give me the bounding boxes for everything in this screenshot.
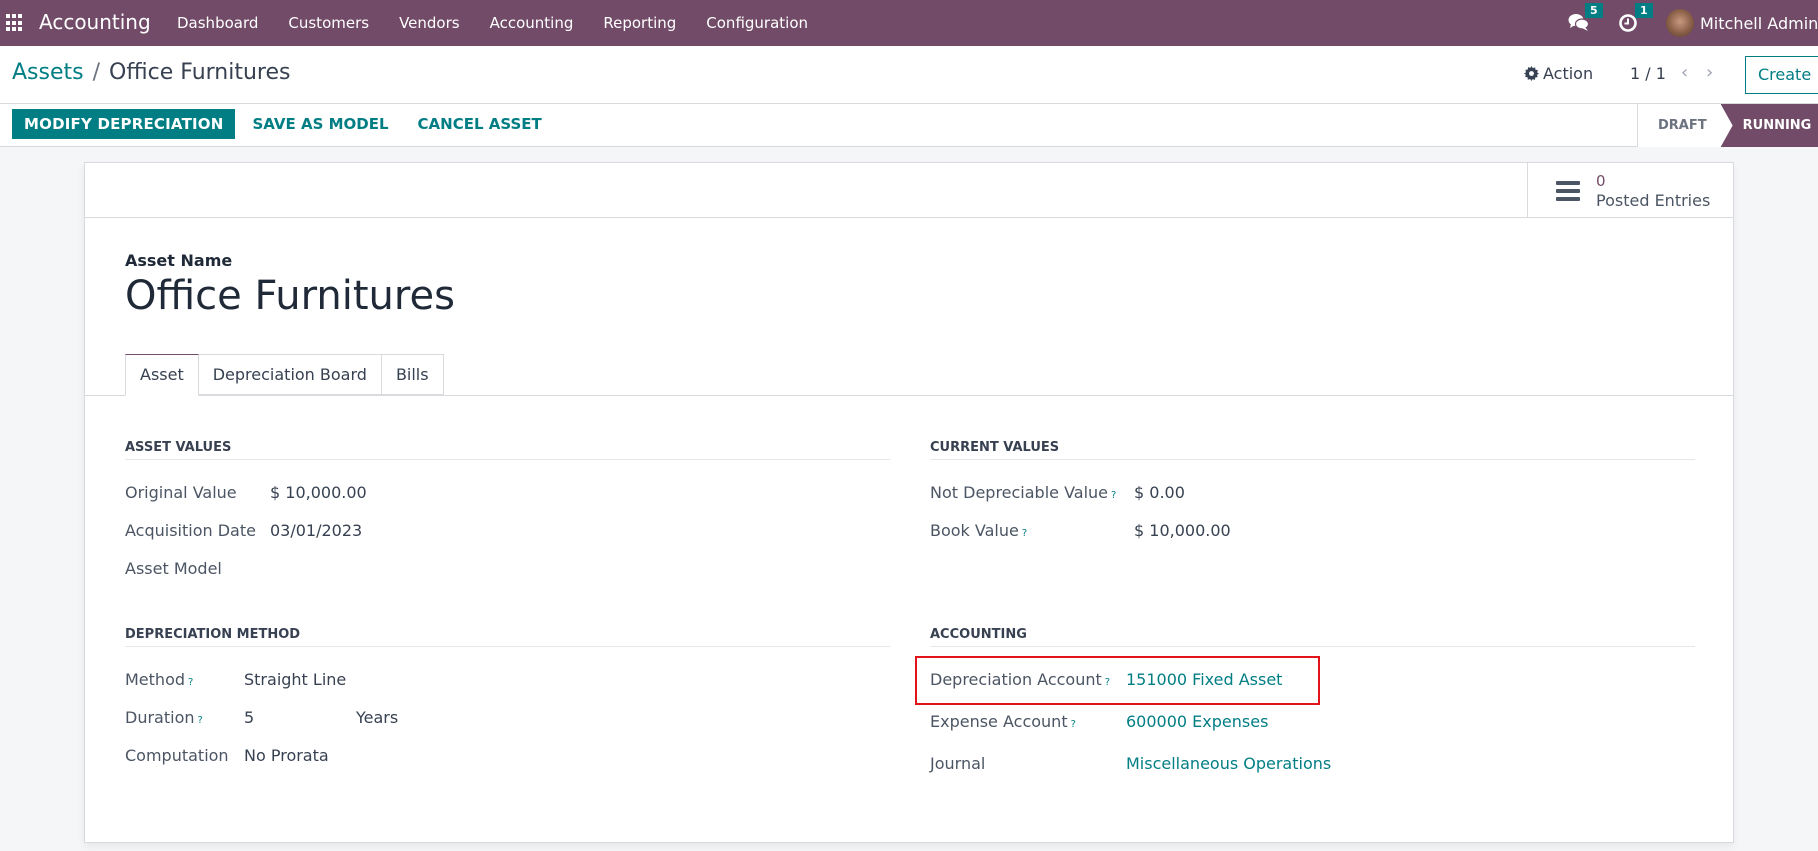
menu-reporting[interactable]: Reporting [588, 0, 691, 46]
posted-entries-count: 0 [1596, 171, 1606, 190]
user-menu[interactable]: Mitchell Admin [1666, 9, 1818, 37]
stage-draft[interactable]: DRAFT [1637, 104, 1731, 147]
pager-next-button[interactable]: › [1706, 62, 1713, 83]
field-expense-account: Expense Account ? 600000 Expenses [930, 712, 1268, 736]
group-title-current-values: CURRENT VALUES [930, 440, 1695, 460]
field-method: Method ? Straight Line [125, 670, 346, 694]
user-name: Mitchell Admin [1700, 13, 1818, 33]
field-label: Asset Model [125, 559, 222, 578]
statusbar-buttons: MODIFY DEPRECIATION SAVE AS MODEL CANCEL… [12, 109, 554, 139]
pager-previous-button[interactable]: ‹ [1681, 62, 1688, 83]
field-not-depreciable-value: Not Depreciable Value ? $ 0.00 [930, 483, 1185, 507]
asset-model-value[interactable] [270, 559, 470, 579]
breadcrumb-assets-link[interactable]: Assets [12, 60, 84, 85]
help-icon[interactable]: ? [198, 715, 203, 726]
group-asset-values: ASSET VALUES [125, 440, 890, 460]
menu-dashboard[interactable]: Dashboard [162, 0, 273, 46]
menu-vendors[interactable]: Vendors [384, 0, 475, 46]
breadcrumb: Assets / Office Furnitures [12, 60, 290, 85]
form-sheet: 0 Posted Entries Asset Name Office Furni… [84, 162, 1734, 843]
stage-running[interactable]: RUNNING [1720, 104, 1818, 147]
bars-icon [1556, 180, 1580, 201]
field-duration: Duration ? 5 Years [125, 708, 398, 732]
help-icon[interactable]: ? [188, 677, 193, 688]
menu-configuration[interactable]: Configuration [691, 0, 823, 46]
action-label: Action [1543, 64, 1594, 83]
field-label: Acquisition Date [125, 521, 256, 540]
form-tabs: Asset Depreciation Board Bills [125, 354, 444, 396]
action-button[interactable]: Action [1524, 64, 1593, 83]
status-stages: DRAFT RUNNING [1637, 104, 1818, 147]
asset-name-value[interactable]: Office Furnitures [125, 273, 455, 319]
field-label: Original Value [125, 483, 237, 502]
help-icon[interactable]: ? [1111, 490, 1116, 501]
activities-count-badge: 1 [1635, 3, 1653, 18]
app-name[interactable]: Accounting [39, 10, 151, 34]
group-title-asset-values: ASSET VALUES [125, 440, 890, 460]
activities-button[interactable]: 1 [1618, 3, 1653, 33]
avatar [1666, 9, 1694, 37]
highlight-annotation-box [915, 656, 1320, 705]
help-icon[interactable]: ? [1022, 528, 1027, 539]
systray: 5 1 Mitchell Admin [1568, 0, 1818, 46]
control-panel: Assets / Office Furnitures Action 1 / 1 … [0, 46, 1818, 147]
save-as-model-button[interactable]: SAVE AS MODEL [240, 109, 400, 139]
create-button[interactable]: Create [1745, 56, 1818, 94]
asset-name-label: Asset Name [125, 251, 233, 270]
group-current-values: CURRENT VALUES [930, 440, 1695, 460]
field-acquisition-date: Acquisition Date 03/01/2023 [125, 521, 362, 545]
apps-grid-icon[interactable] [6, 14, 24, 32]
smart-button-box: 0 Posted Entries [85, 163, 1733, 218]
expense-account-link[interactable]: 600000 Expenses [1126, 712, 1268, 731]
cancel-asset-button[interactable]: CANCEL ASSET [406, 109, 554, 139]
help-icon[interactable]: ? [1071, 719, 1076, 730]
field-computation: Computation No Prorata [125, 746, 329, 770]
field-label: Method [125, 670, 186, 689]
original-value[interactable]: $ 10,000.00 [270, 483, 367, 502]
menu-accounting[interactable]: Accounting [475, 0, 589, 46]
gear-icon [1524, 66, 1539, 81]
field-label: Computation [125, 746, 229, 765]
breadcrumb-separator: / [92, 60, 101, 85]
book-value: $ 10,000.00 [1134, 521, 1231, 540]
modify-depreciation-button[interactable]: MODIFY DEPRECIATION [12, 109, 236, 139]
group-title-depreciation-method: DEPRECIATION METHOD [125, 627, 890, 647]
posted-entries-button[interactable]: 0 Posted Entries [1527, 163, 1733, 218]
duration-value[interactable]: 5 [244, 708, 254, 727]
group-depreciation-method: DEPRECIATION METHOD [125, 627, 890, 647]
method-value[interactable]: Straight Line [244, 670, 346, 689]
control-divider [0, 103, 1818, 104]
pager-value[interactable]: 1 / 1 [1630, 64, 1666, 83]
tab-bills[interactable]: Bills [381, 354, 444, 395]
field-journal: Journal Miscellaneous Operations [930, 754, 1331, 778]
field-label: Not Depreciable Value [930, 483, 1109, 502]
field-label: Journal [930, 754, 986, 773]
tab-asset[interactable]: Asset [125, 354, 199, 396]
field-label: Book Value [930, 521, 1019, 540]
posted-entries-label: Posted Entries [1596, 190, 1711, 210]
field-book-value: Book Value ? $ 10,000.00 [930, 521, 1231, 545]
field-label: Expense Account [930, 712, 1068, 731]
computation-value[interactable]: No Prorata [244, 746, 329, 765]
top-navbar: Accounting Dashboard Customers Vendors A… [0, 0, 1818, 46]
menu-customers[interactable]: Customers [273, 0, 384, 46]
field-original-value: Original Value $ 10,000.00 [125, 483, 367, 507]
messages-count-badge: 5 [1585, 3, 1603, 18]
breadcrumb-current: Office Furnitures [109, 60, 291, 85]
field-asset-model: Asset Model [125, 559, 222, 583]
messages-button[interactable]: 5 [1568, 3, 1603, 33]
journal-link[interactable]: Miscellaneous Operations [1126, 754, 1331, 773]
group-accounting: ACCOUNTING [930, 627, 1695, 647]
tab-depreciation-board[interactable]: Depreciation Board [198, 354, 382, 395]
duration-unit[interactable]: Years [356, 708, 398, 727]
acquisition-date-value[interactable]: 03/01/2023 [270, 521, 362, 540]
main-menu: Dashboard Customers Vendors Accounting R… [162, 0, 823, 46]
not-depreciable-value[interactable]: $ 0.00 [1134, 483, 1185, 502]
field-label: Duration [125, 708, 195, 727]
group-title-accounting: ACCOUNTING [930, 627, 1695, 647]
